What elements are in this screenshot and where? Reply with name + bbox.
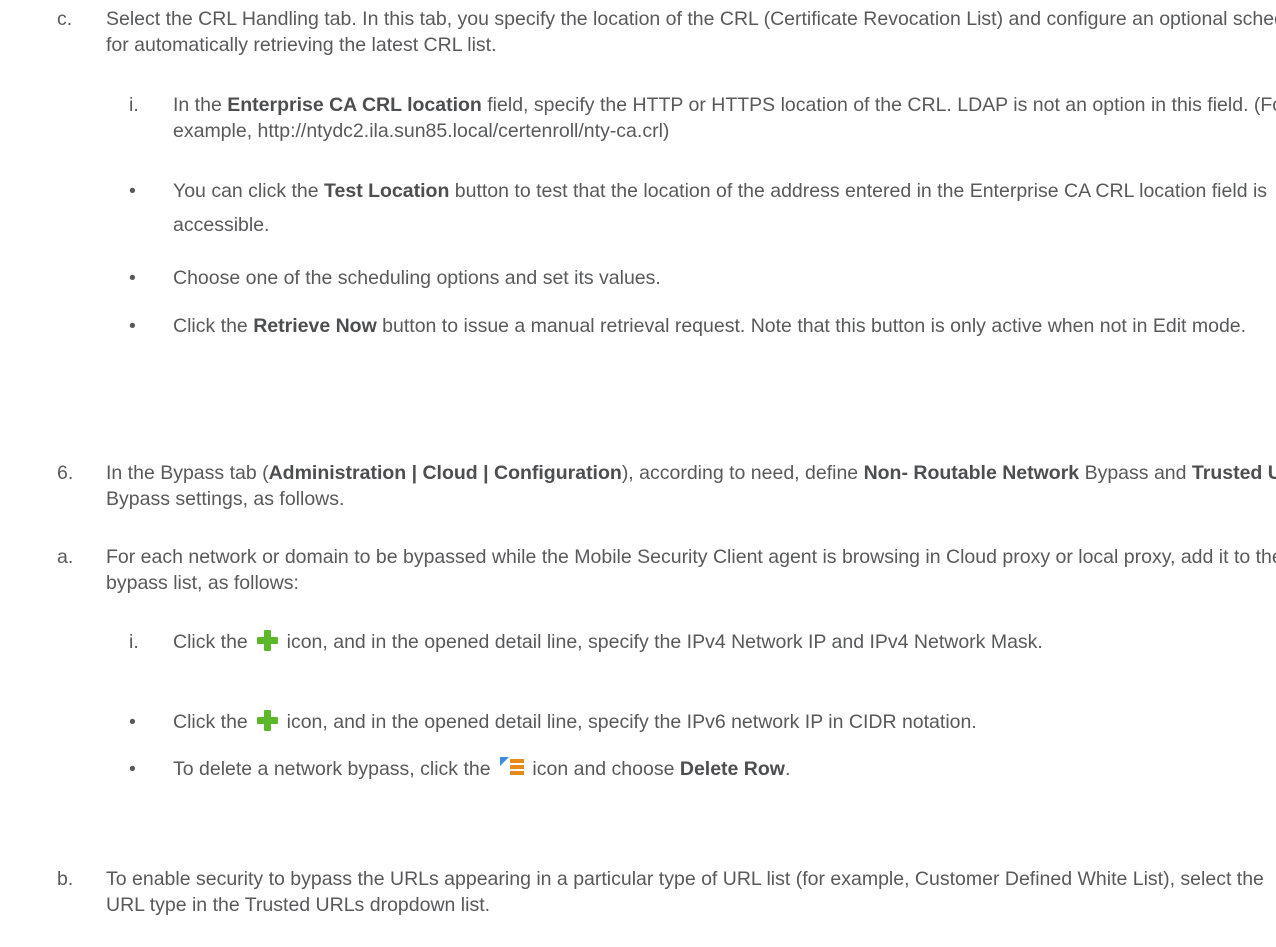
step-c-marker: c. <box>57 8 73 30</box>
bullet-delete-row: • To delete a network bypass, click the … <box>129 756 1276 782</box>
step-a-marker: a. <box>57 546 74 568</box>
bullet-scheduling: • Choose one of the scheduling options a… <box>129 261 1273 295</box>
plus-icon <box>257 630 279 651</box>
row-menu-icon <box>500 757 524 778</box>
bullet-marker: • <box>129 758 136 780</box>
step-c: c. Select the CRL Handling tab. In this … <box>57 6 1276 58</box>
step-b-marker: b. <box>57 868 74 890</box>
step-6-text: In the Bypass tab (Administration | Clou… <box>106 462 1276 510</box>
bullet-marker: • <box>129 315 136 337</box>
step-a-i-marker: i. <box>129 631 139 653</box>
bullet-marker: • <box>129 711 136 733</box>
bullet-test-location-text: You can click the Test Location button t… <box>173 180 1268 236</box>
step-a: a. For each network or domain to be bypa… <box>57 544 1276 596</box>
step-a-text: For each network or domain to be bypasse… <box>106 546 1276 594</box>
step-a-i-text: Click the icon, and in the opened detail… <box>173 630 1043 653</box>
bullet-retrieve-now: • Click the Retrieve Now button to issue… <box>129 309 1263 343</box>
step-6: 6. In the Bypass tab (Administration | C… <box>57 460 1276 512</box>
bullet-marker: • <box>129 267 136 289</box>
step-b: b. To enable security to bypass the URLs… <box>57 866 1276 918</box>
bullet-delete-row-text: To delete a network bypass, click the ic… <box>173 757 791 780</box>
step-a-i: i. Click the icon, and in the opened det… <box>129 629 1273 655</box>
bullet-marker: • <box>129 180 136 202</box>
plus-icon <box>257 710 279 731</box>
step-c-i-marker: i. <box>129 94 139 116</box>
step-c-i-text: In the Enterprise CA CRL location field,… <box>173 94 1276 142</box>
step-c-i: i. In the Enterprise CA CRL location fie… <box>129 92 1276 144</box>
step-c-text: Select the CRL Handling tab. In this tab… <box>106 8 1276 56</box>
bullet-retrieve-now-text: Click the Retrieve Now button to issue a… <box>173 315 1247 337</box>
bullet-ipv6: • Click the icon, and in the opened deta… <box>129 709 1276 735</box>
bullet-scheduling-text: Choose one of the scheduling options and… <box>173 267 661 289</box>
bullet-test-location: • You can click the Test Location button… <box>129 174 1273 242</box>
bullet-ipv6-text: Click the icon, and in the opened detail… <box>173 710 977 733</box>
step-6-marker: 6. <box>57 462 74 484</box>
step-b-text: To enable security to bypass the URLs ap… <box>106 868 1264 916</box>
